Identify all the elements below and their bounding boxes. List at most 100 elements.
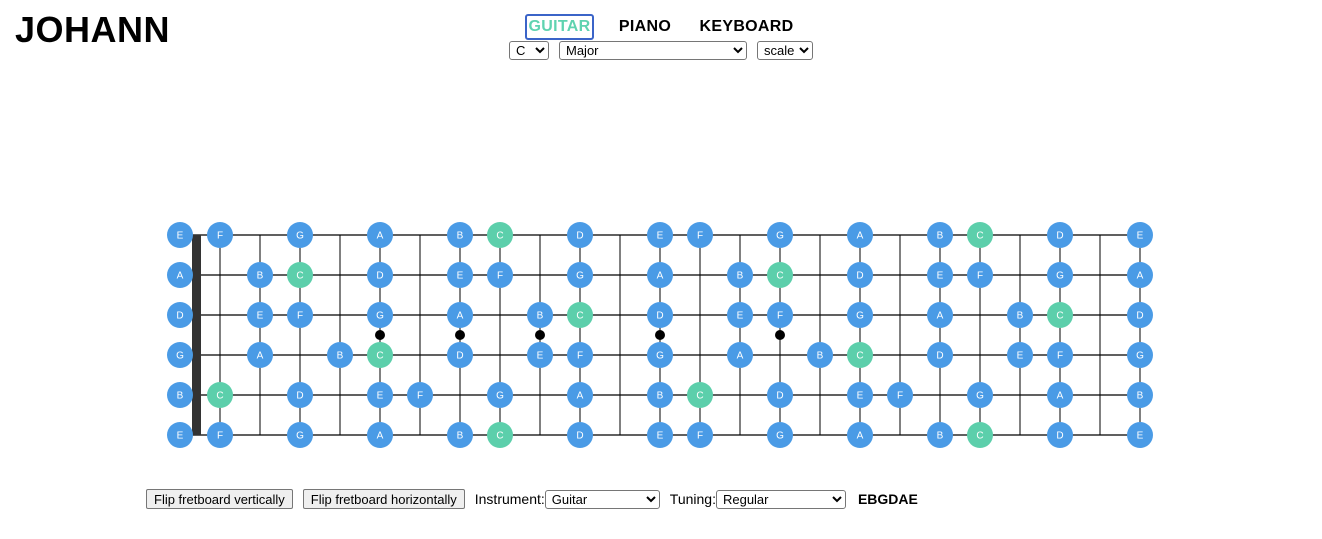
- note-marker[interactable]: A: [1047, 382, 1073, 408]
- note-marker[interactable]: G: [847, 302, 873, 328]
- note-marker[interactable]: B: [327, 342, 353, 368]
- note-marker[interactable]: D: [847, 262, 873, 288]
- note-marker[interactable]: C: [1047, 302, 1073, 328]
- note-marker[interactable]: E: [1127, 422, 1153, 448]
- note-marker[interactable]: F: [407, 382, 433, 408]
- note-marker[interactable]: A: [247, 342, 273, 368]
- note-marker[interactable]: D: [1047, 222, 1073, 248]
- note-marker[interactable]: G: [1047, 262, 1073, 288]
- view-select[interactable]: scale: [757, 41, 813, 60]
- note-marker[interactable]: D: [167, 302, 193, 328]
- note-marker[interactable]: B: [1007, 302, 1033, 328]
- note-marker[interactable]: E: [727, 302, 753, 328]
- note-marker[interactable]: B: [447, 422, 473, 448]
- note-marker[interactable]: B: [1127, 382, 1153, 408]
- note-marker[interactable]: A: [367, 422, 393, 448]
- note-marker[interactable]: E: [167, 422, 193, 448]
- note-marker[interactable]: G: [167, 342, 193, 368]
- note-marker[interactable]: C: [847, 342, 873, 368]
- note-marker[interactable]: E: [527, 342, 553, 368]
- note-marker[interactable]: G: [647, 342, 673, 368]
- note-marker[interactable]: D: [927, 342, 953, 368]
- note-marker[interactable]: A: [847, 422, 873, 448]
- note-marker[interactable]: D: [1127, 302, 1153, 328]
- note-marker[interactable]: B: [807, 342, 833, 368]
- note-marker[interactable]: F: [1047, 342, 1073, 368]
- note-marker[interactable]: A: [447, 302, 473, 328]
- note-marker[interactable]: D: [447, 342, 473, 368]
- note-marker[interactable]: E: [847, 382, 873, 408]
- note-marker[interactable]: C: [487, 222, 513, 248]
- note-marker[interactable]: A: [567, 382, 593, 408]
- note-marker[interactable]: F: [967, 262, 993, 288]
- note-marker[interactable]: C: [367, 342, 393, 368]
- note-marker[interactable]: G: [767, 422, 793, 448]
- note-marker[interactable]: C: [967, 422, 993, 448]
- note-marker[interactable]: A: [1127, 262, 1153, 288]
- note-marker[interactable]: F: [207, 422, 233, 448]
- note-marker[interactable]: D: [1047, 422, 1073, 448]
- note-marker[interactable]: E: [647, 422, 673, 448]
- note-marker[interactable]: B: [927, 422, 953, 448]
- note-marker[interactable]: D: [767, 382, 793, 408]
- note-marker[interactable]: D: [287, 382, 313, 408]
- note-marker[interactable]: B: [527, 302, 553, 328]
- note-marker[interactable]: G: [287, 422, 313, 448]
- note-marker[interactable]: A: [927, 302, 953, 328]
- note-marker[interactable]: F: [287, 302, 313, 328]
- note-marker[interactable]: E: [367, 382, 393, 408]
- note-marker[interactable]: A: [167, 262, 193, 288]
- note-marker[interactable]: G: [767, 222, 793, 248]
- note-marker[interactable]: C: [967, 222, 993, 248]
- note-marker[interactable]: G: [487, 382, 513, 408]
- note-marker[interactable]: G: [287, 222, 313, 248]
- note-marker[interactable]: C: [207, 382, 233, 408]
- note-marker[interactable]: E: [167, 222, 193, 248]
- note-marker[interactable]: B: [167, 382, 193, 408]
- note-marker[interactable]: D: [567, 222, 593, 248]
- note-marker[interactable]: E: [1127, 222, 1153, 248]
- note-marker[interactable]: G: [967, 382, 993, 408]
- note-marker[interactable]: C: [287, 262, 313, 288]
- note-marker[interactable]: C: [687, 382, 713, 408]
- note-marker[interactable]: G: [1127, 342, 1153, 368]
- note-marker[interactable]: B: [927, 222, 953, 248]
- instrument-select[interactable]: Guitar: [544, 489, 660, 509]
- note-marker[interactable]: B: [647, 382, 673, 408]
- note-marker[interactable]: E: [447, 262, 473, 288]
- note-marker[interactable]: F: [567, 342, 593, 368]
- note-marker[interactable]: E: [647, 222, 673, 248]
- note-marker[interactable]: C: [567, 302, 593, 328]
- note-marker[interactable]: E: [247, 302, 273, 328]
- note-marker[interactable]: B: [247, 262, 273, 288]
- note-marker[interactable]: B: [727, 262, 753, 288]
- note-marker[interactable]: E: [1007, 342, 1033, 368]
- tuning-select[interactable]: Regular: [715, 489, 846, 509]
- note-marker[interactable]: C: [767, 262, 793, 288]
- note-marker[interactable]: A: [847, 222, 873, 248]
- note-marker[interactable]: A: [647, 262, 673, 288]
- note-marker[interactable]: G: [567, 262, 593, 288]
- note-marker[interactable]: E: [927, 262, 953, 288]
- flip-vertical-button[interactable]: Flip fretboard vertically: [146, 489, 293, 509]
- note-marker[interactable]: F: [207, 222, 233, 248]
- note-marker[interactable]: C: [487, 422, 513, 448]
- nav-guitar[interactable]: GUITAR: [524, 14, 595, 40]
- note-marker[interactable]: F: [767, 302, 793, 328]
- note-marker[interactable]: A: [367, 222, 393, 248]
- flip-horizontal-button[interactable]: Flip fretboard horizontally: [302, 489, 465, 509]
- note-marker[interactable]: G: [367, 302, 393, 328]
- note-marker[interactable]: F: [887, 382, 913, 408]
- nav-keyboard[interactable]: KEYBOARD: [696, 14, 798, 40]
- note-marker[interactable]: B: [447, 222, 473, 248]
- nav-piano[interactable]: PIANO: [615, 14, 675, 40]
- note-marker[interactable]: A: [727, 342, 753, 368]
- note-marker[interactable]: F: [687, 422, 713, 448]
- note-marker[interactable]: D: [647, 302, 673, 328]
- key-select[interactable]: C: [509, 41, 549, 60]
- mode-select[interactable]: Major: [559, 41, 747, 60]
- note-marker[interactable]: F: [487, 262, 513, 288]
- note-marker[interactable]: D: [367, 262, 393, 288]
- note-marker[interactable]: F: [687, 222, 713, 248]
- note-marker[interactable]: D: [567, 422, 593, 448]
